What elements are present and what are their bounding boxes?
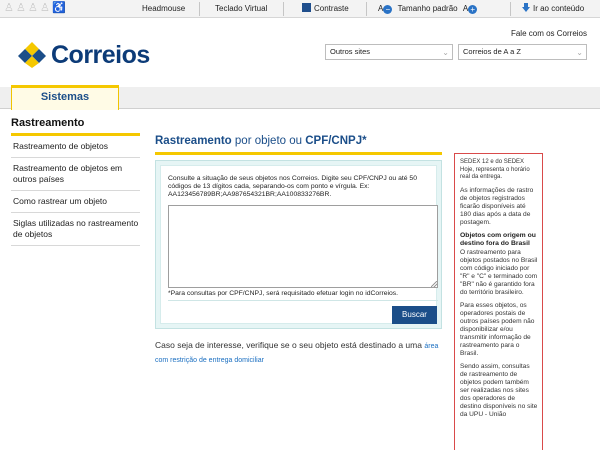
skip-to-content-link[interactable]: Ir ao conteúdo	[522, 3, 584, 15]
headmouse-link[interactable]: Headmouse	[142, 3, 185, 15]
resize-handle-icon[interactable]	[431, 281, 437, 287]
font-size-controls: A − Tamanho padrão A +	[378, 3, 478, 15]
info-paragraph: O rastreamento para objetos postados no …	[460, 248, 538, 296]
other-sites-select[interactable]: Outros sites ⌄	[325, 44, 453, 60]
search-button[interactable]: Buscar	[392, 306, 437, 324]
font-increase-button[interactable]: A +	[463, 4, 478, 14]
chevron-down-icon: ⌄	[442, 48, 449, 57]
sidebar-menu: Rastreamento de objetos Rastreamento de …	[11, 136, 140, 246]
tracking-codes-textarea[interactable]	[168, 205, 438, 288]
accessibility-icons: ♙ ♙ ♙ ♙ ♿	[4, 2, 66, 16]
info-paragraph: SEDEX 12 e do SEDEX Hoje, representa o h…	[460, 159, 530, 180]
correios-logo[interactable]: Correios	[18, 38, 150, 72]
font-decrease-button[interactable]: A −	[378, 4, 393, 14]
interest-text: Caso seja de interesse, verifique se o s…	[155, 340, 425, 350]
title-middle: por objeto ou	[231, 135, 306, 147]
sidebar-item-rastreamento-objetos[interactable]: Rastreamento de objetos	[11, 136, 140, 158]
divider	[283, 2, 284, 16]
info-heading: Objetos com origem ou destino fora do Br…	[460, 231, 536, 247]
chevron-down-icon: ⌄	[576, 48, 583, 57]
info-paragraph: Sendo assim, consultas de rastreamento d…	[460, 362, 538, 418]
sidebar-item-siglas[interactable]: Siglas utilizadas no rastreamento de obj…	[11, 213, 140, 246]
plus-icon: +	[468, 5, 478, 14]
logo-text: Correios	[51, 40, 150, 69]
tab-sistemas[interactable]: Sistemas	[11, 85, 119, 110]
select-value: Outros sites	[330, 47, 371, 56]
contrast-icon	[302, 3, 311, 12]
login-note: *Para consultas por CPF/CNPJ, será requi…	[168, 290, 399, 297]
info-paragraph: As informações de rastro de objetos regi…	[460, 186, 534, 226]
arrow-down-icon	[522, 3, 530, 12]
delivery-restriction-note: Caso seja de interesse, verifique se o s…	[155, 339, 445, 367]
correios-logo-icon	[18, 42, 46, 68]
wheelchair-icon[interactable]: ♿	[52, 2, 66, 15]
info-panel: SEDEX 12 e do SEDEX Hoje, representa o h…	[454, 153, 543, 450]
sidebar-title: Rastreamento	[11, 117, 140, 136]
tracking-form: Consulte a situação de seus objetos nos …	[155, 160, 442, 329]
divider	[168, 300, 438, 301]
sidebar-item-outros-paises[interactable]: Rastreamento de objetos em outros países	[11, 158, 140, 191]
select-value: Correios de A a Z	[463, 47, 521, 56]
divider	[510, 2, 511, 16]
pregnant-icon[interactable]: ♙	[28, 2, 38, 15]
pedestrian-icon[interactable]: ♙	[4, 2, 14, 15]
minus-icon: −	[383, 5, 393, 14]
tracking-form-inner: Consulte a situação de seus objetos nos …	[160, 165, 438, 324]
child-icon[interactable]: ♙	[40, 2, 50, 15]
title-bold-1: Rastreamento	[155, 135, 232, 147]
info-paragraph: Para esses objetos, os operadores postai…	[460, 301, 535, 357]
divider	[199, 2, 200, 16]
divider	[366, 2, 367, 16]
contact-link[interactable]: Fale com os Correios	[511, 29, 587, 38]
contrast-label: Contraste	[314, 4, 349, 13]
font-default-button[interactable]: Tamanho padrão	[398, 4, 458, 13]
skip-label: Ir ao conteúdo	[533, 4, 585, 13]
title-bold-2: CPF/CNPJ*	[305, 135, 367, 147]
accessibility-bar: ♙ ♙ ♙ ♙ ♿ Headmouse Teclado Virtual Cont…	[0, 0, 600, 18]
virtual-keyboard-link[interactable]: Teclado Virtual	[215, 3, 267, 15]
page-title: Rastreamento por objeto ou CPF/CNPJ*	[155, 135, 442, 155]
form-description: Consulte a situação de seus objetos nos …	[168, 175, 417, 198]
sidebar-item-como-rastrear[interactable]: Como rastrear um objeto	[11, 191, 140, 213]
correios-a-z-select[interactable]: Correios de A a Z ⌄	[458, 44, 587, 60]
elderly-icon[interactable]: ♙	[16, 2, 26, 15]
contrast-link[interactable]: Contraste	[302, 3, 349, 15]
